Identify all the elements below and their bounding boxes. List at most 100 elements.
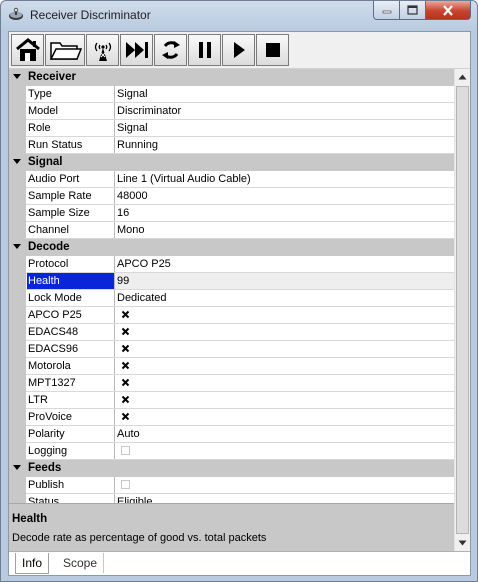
tab-scope[interactable]: Scope	[57, 553, 105, 573]
scroll-up-icon	[458, 74, 467, 80]
property-name: Lock Mode	[28, 292, 82, 304]
property-row-provoice[interactable]: ProVoice	[9, 409, 454, 426]
property-row-apco-p25[interactable]: APCO P25	[9, 307, 454, 324]
property-name: EDACS96	[28, 343, 79, 355]
title-bar[interactable]: Receiver Discriminator	[1, 1, 477, 29]
tab-info[interactable]: Info	[15, 553, 50, 574]
category-feeds[interactable]: Feeds	[9, 460, 454, 477]
property-name: Logging	[28, 445, 68, 457]
checked-checkbox[interactable]	[121, 327, 130, 336]
vertical-scrollbar[interactable]	[454, 69, 470, 551]
category-label: Receiver	[28, 71, 76, 83]
property-name: Status	[28, 496, 60, 503]
property-value[interactable]: Signal	[116, 120, 454, 136]
unchecked-checkbox[interactable]	[121, 446, 130, 455]
home-button[interactable]	[11, 34, 44, 66]
checked-checkbox[interactable]	[121, 344, 130, 353]
property-value[interactable]: Mono	[116, 222, 454, 238]
open-button[interactable]	[45, 34, 85, 66]
client-area: Receiver Type Signal Model Discriminator…	[8, 31, 471, 576]
property-name: Type	[28, 88, 52, 100]
property-row-model[interactable]: Model Discriminator	[9, 103, 454, 120]
property-value[interactable]: Eligible	[116, 494, 454, 503]
collapse-icon[interactable]	[13, 159, 21, 164]
tab-bar: Info Scope	[9, 551, 470, 575]
property-value[interactable]: 48000	[116, 188, 454, 204]
checked-checkbox[interactable]	[121, 310, 130, 319]
property-row-sample-size[interactable]: Sample Size 16	[9, 205, 454, 222]
checked-checkbox[interactable]	[121, 395, 130, 404]
unchecked-checkbox[interactable]	[121, 480, 130, 489]
caption-buttons	[373, 1, 471, 21]
property-row-health[interactable]: Health 99	[9, 273, 454, 290]
scroll-up-button[interactable]	[455, 69, 470, 85]
property-name: ProVoice	[28, 411, 73, 423]
property-value[interactable]: Line 1 (Virtual Audio Cable)	[116, 171, 454, 187]
property-value[interactable]: 99	[116, 273, 454, 289]
scrollbar-thumb[interactable]	[456, 86, 469, 534]
scroll-down-button[interactable]	[455, 535, 470, 551]
minimize-button[interactable]	[373, 1, 400, 20]
checked-checkbox[interactable]	[121, 412, 130, 421]
maximize-button[interactable]	[400, 1, 426, 20]
antenna-icon	[94, 42, 111, 61]
refresh-icon	[161, 41, 180, 59]
property-value[interactable]: APCO P25	[116, 256, 454, 272]
collapse-icon[interactable]	[13, 465, 21, 470]
category-signal[interactable]: Signal	[9, 154, 454, 171]
play-button[interactable]	[222, 34, 255, 66]
property-row-logging[interactable]: Logging	[9, 443, 454, 460]
property-row-status[interactable]: Status Eligible	[9, 494, 454, 503]
toolbar	[9, 32, 470, 69]
property-row-polarity[interactable]: Polarity Auto	[9, 426, 454, 443]
property-row-edacs48[interactable]: EDACS48	[9, 324, 454, 341]
property-row-sample-rate[interactable]: Sample Rate 48000	[9, 188, 454, 205]
collapse-icon[interactable]	[13, 74, 21, 79]
property-name: Motorola	[28, 360, 71, 372]
property-row-type[interactable]: Type Signal	[9, 86, 454, 103]
property-row-run-status[interactable]: Run Status Running	[9, 137, 454, 154]
pause-button[interactable]	[188, 34, 221, 66]
property-value[interactable]: 16	[116, 205, 454, 221]
property-name: Sample Size	[28, 207, 90, 219]
property-row-lock-mode[interactable]: Lock Mode Dedicated	[9, 290, 454, 307]
minimize-icon	[382, 10, 391, 14]
help-title: Health	[12, 513, 48, 525]
property-row-protocol[interactable]: Protocol APCO P25	[9, 256, 454, 273]
property-row-channel[interactable]: Channel Mono	[9, 222, 454, 239]
open-folder-icon	[49, 42, 82, 60]
skip-forward-button[interactable]	[120, 34, 153, 66]
property-row-mpt1327[interactable]: MPT1327	[9, 375, 454, 392]
property-name: APCO P25	[28, 309, 82, 321]
property-value[interactable]: Discriminator	[116, 103, 454, 119]
property-name: Protocol	[28, 258, 69, 270]
window-title: Receiver Discriminator	[30, 8, 151, 22]
antenna-button[interactable]	[86, 34, 119, 66]
property-row-motorola[interactable]: Motorola	[9, 358, 454, 375]
property-value[interactable]: Running	[116, 137, 454, 153]
property-name: MPT1327	[28, 377, 76, 389]
property-value[interactable]: Dedicated	[116, 290, 454, 306]
property-row-role[interactable]: Role Signal	[9, 120, 454, 137]
pause-icon	[198, 42, 211, 58]
checked-checkbox[interactable]	[121, 378, 130, 387]
home-icon	[15, 38, 40, 61]
help-panel: Health Decode rate as percentage of good…	[9, 503, 454, 551]
property-name: Model	[28, 105, 58, 117]
property-row-publish[interactable]: Publish	[9, 477, 454, 494]
property-row-ltr[interactable]: LTR	[9, 392, 454, 409]
property-value[interactable]: Auto	[116, 426, 454, 442]
stop-button[interactable]	[256, 34, 289, 66]
close-button[interactable]	[426, 1, 471, 20]
app-icon[interactable]	[8, 7, 24, 23]
scroll-down-icon	[458, 540, 467, 546]
checked-checkbox[interactable]	[121, 361, 130, 370]
refresh-button[interactable]	[154, 34, 187, 66]
property-row-audio-port[interactable]: Audio Port Line 1 (Virtual Audio Cable)	[9, 171, 454, 188]
category-receiver[interactable]: Receiver	[9, 69, 454, 86]
category-decode[interactable]: Decode	[9, 239, 454, 256]
property-name: Run Status	[28, 139, 83, 151]
property-row-edacs96[interactable]: EDACS96	[9, 341, 454, 358]
property-value[interactable]: Signal	[116, 86, 454, 102]
collapse-icon[interactable]	[13, 244, 21, 249]
